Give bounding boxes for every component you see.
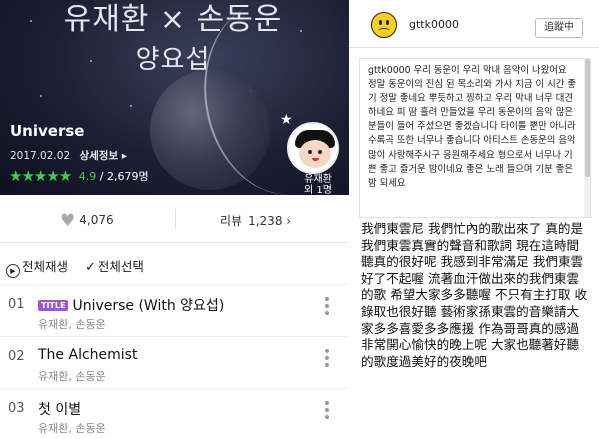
album-title: Universe [10, 122, 85, 140]
more-vertical-icon[interactable]: • • • [322, 345, 332, 375]
review-link[interactable]: 리뷰 1,238 › [220, 212, 291, 229]
comment-box[interactable]: gttk0000 우리 동운이 우리 막내 음악이 나왔어요 정말 동운이의 진… [359, 58, 591, 218]
follow-button[interactable]: 追蹤中 [535, 18, 583, 38]
release-date: 2017.02.02 [10, 150, 71, 162]
play-circle-icon: ▶ [6, 264, 20, 278]
music-app-panel: 유재환 × 손동운 양요섭 Universe 2017.02.02 상세정보 ▸… [0, 0, 349, 439]
playlist-controls: ▶ 전체재생 ✓ 전체선택 [0, 250, 349, 278]
track-row[interactable]: 03 첫 이별 유재환, 손동운 • • • [0, 388, 349, 439]
track-title: 첫 이별 [38, 402, 82, 418]
track-row[interactable]: 01 TITLE Universe (With 양요섭) 유재환, 손동운 • • • [0, 284, 349, 336]
detail-info-link[interactable]: 상세정보 ▸ [79, 150, 127, 162]
comment-text: gttk0000 우리 동운이 우리 막내 음악이 나왔어요 정말 동운이의 진… [368, 65, 576, 189]
track-number: 01 [8, 297, 25, 312]
stats-divider [175, 209, 176, 229]
translation-text: 我們東雲尼 我們忙內的歌出來了 真的是我們東雲真實的聲音和歌詞 現在這時間聽真的… [361, 221, 588, 369]
decor-star [130, 105, 132, 107]
artist-label[interactable]: 유재환 외 1명 [289, 174, 347, 195]
profile-header: gttk0000 追蹤中 [349, 0, 599, 48]
decor-star [30, 20, 32, 22]
artist-extra: 외 1명 [304, 185, 332, 195]
album-rating[interactable]: ★★★★★ 4.9 / 2,679명 [9, 167, 149, 185]
decor-star [40, 95, 42, 97]
track-title: The Alchemist [38, 347, 138, 363]
more-vertical-icon[interactable]: • • • [322, 293, 332, 323]
track-number: 02 [8, 349, 25, 364]
select-all-button[interactable]: ✓ 전체선택 [85, 256, 144, 275]
scrollbar-thumb[interactable] [585, 59, 590, 177]
album-stats-bar: ♥ 4,076 리뷰 1,238 › [0, 195, 349, 243]
artist-avatar[interactable] [287, 122, 339, 174]
star-icon: ★★★★★ [9, 167, 72, 185]
rating-count: / 2,679명 [99, 170, 149, 183]
track-artist: 유재환, 손동운 [38, 370, 106, 383]
sad-face-icon[interactable] [371, 12, 397, 38]
like-count: 4,076 [79, 213, 114, 227]
track-number: 03 [8, 401, 25, 416]
title-badge: TITLE [38, 300, 69, 311]
review-count: 1,238 › [248, 214, 292, 228]
cover-line-1: 유재환 × 손동운 [63, 2, 283, 37]
username[interactable]: gttk0000 [409, 18, 459, 31]
album-cover-text: 유재환 × 손동운 양요섭 [58, 0, 288, 80]
track-artist: 유재환, 손동운 [38, 422, 106, 435]
play-all-label: 전체재생 [22, 259, 69, 274]
select-all-label: 전체선택 [97, 259, 144, 274]
track-title: TITLE Universe (With 양요섭) [38, 295, 224, 315]
like-button[interactable]: ♥ 4,076 [60, 211, 114, 231]
track-artist: 유재환, 손동운 [38, 318, 106, 331]
artist-name: 유재환 [304, 174, 332, 185]
cover-line-2: 양요섭 [135, 45, 211, 75]
comment-panel: gttk0000 追蹤中 gttk0000 우리 동운이 우리 막내 음악이 나… [349, 0, 599, 439]
star-icon: ★ [280, 112, 293, 128]
album-meta: 2017.02.02 상세정보 ▸ [10, 148, 127, 163]
play-all-button[interactable]: ▶ 전체재생 [6, 256, 68, 278]
track-title-text: Universe (With 양요섭) [72, 298, 225, 314]
track-row[interactable]: 02 The Alchemist 유재환, 손동운 • • • [0, 336, 349, 388]
more-vertical-icon[interactable]: • • • [322, 397, 332, 427]
heart-icon: ♥ [60, 211, 76, 231]
album-header: 유재환 × 손동운 양요섭 Universe 2017.02.02 상세정보 ▸… [0, 0, 349, 195]
rating-score: 4.9 [78, 170, 97, 183]
review-label: 리뷰 [220, 214, 243, 228]
check-icon: ✓ [85, 260, 96, 275]
